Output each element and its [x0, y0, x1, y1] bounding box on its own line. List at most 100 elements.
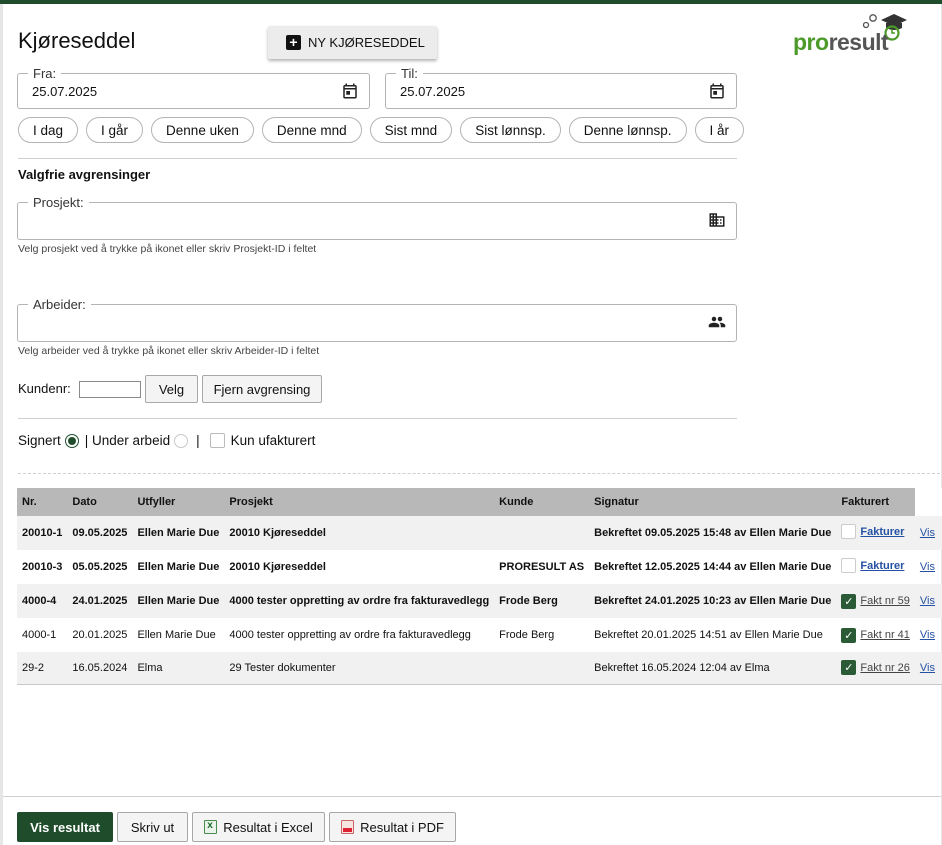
project-hint: Velg prosjekt ved å trykke på ikonet ell…: [18, 243, 317, 255]
cell-customer: [494, 516, 590, 550]
invoice-link[interactable]: Fakturer: [860, 560, 904, 572]
table-row[interactable]: 4000-4 24.01.2025 Ellen Marie Due 4000 t…: [17, 584, 942, 618]
cell-invoiced: ✓ Fakt nr 59: [836, 584, 915, 618]
cell-signature: Bekreftet 24.01.2025 10:23 av Ellen Mari…: [589, 584, 837, 618]
invoice-number-link[interactable]: Fakt nr 59: [860, 595, 910, 607]
cell-filled-by: Elma: [132, 652, 225, 685]
people-icon[interactable]: [708, 313, 726, 331]
col-project: Prosjekt: [224, 488, 495, 516]
chip-this-pay-period[interactable]: Denne lønnsp.: [568, 117, 687, 143]
cell-date: 24.01.2025: [67, 584, 133, 618]
calendar-icon[interactable]: [341, 82, 359, 100]
table-row[interactable]: 20010-3 05.05.2025 Ellen Marie Due 20010…: [17, 550, 942, 584]
results-table: Nr. Dato Utfyller Prosjekt Kunde Signatu…: [17, 488, 942, 685]
show-results-button[interactable]: Vis resultat: [17, 812, 113, 842]
view-link[interactable]: Vis: [920, 595, 935, 607]
cell-signature: Bekreftet 09.05.2025 15:48 av Ellen Mari…: [589, 516, 837, 550]
uninvoiced-checkbox[interactable]: [209, 433, 225, 448]
worker-field[interactable]: Arbeider:: [17, 297, 737, 342]
worker-label: Arbeider:: [28, 297, 91, 312]
print-button[interactable]: Skriv ut: [117, 812, 188, 842]
invoiced-check-icon[interactable]: ✓: [841, 660, 857, 676]
chip-yesterday[interactable]: I går: [86, 117, 144, 143]
cell-date: 16.05.2024: [67, 652, 133, 685]
invoiced-check-icon[interactable]: ✓: [841, 627, 857, 643]
cell-filled-by: Ellen Marie Due: [132, 516, 225, 550]
invoiced-checkbox[interactable]: [841, 558, 857, 573]
table-row[interactable]: 4000-1 20.01.2025 Ellen Marie Due 4000 t…: [17, 618, 942, 652]
cell-date: 20.01.2025: [72, 629, 128, 641]
remove-filter-button[interactable]: Fjern avgrensing: [202, 375, 322, 403]
cell-invoiced: ✓ Fakt nr 41: [836, 618, 915, 652]
to-date-value: 25.07.2025: [400, 84, 466, 99]
cell-nr: 4000-4: [17, 584, 68, 618]
dashed-divider: [18, 473, 940, 474]
cell-signature: Bekreftet 20.01.2025 14:51 av Ellen Mari…: [594, 629, 823, 641]
cell-project: 20010 Kjøreseddel: [229, 561, 326, 573]
invoice-number-link[interactable]: Fakt nr 26: [860, 662, 910, 674]
chip-this-month[interactable]: Denne mnd: [261, 117, 362, 143]
divider: [18, 418, 737, 419]
chip-this-week[interactable]: Denne uken: [151, 117, 254, 143]
customer-number-input[interactable]: [79, 381, 141, 398]
worker-hint: Velg arbeider ved å trykke på ikonet ell…: [18, 345, 320, 357]
view-link[interactable]: Vis: [920, 527, 935, 539]
quick-range-chips: I dag I går Denne uken Denne mnd Sist mn…: [18, 117, 745, 143]
invoice-link[interactable]: Fakturer: [860, 526, 904, 538]
view-link[interactable]: Vis: [920, 629, 935, 641]
col-invoiced: Fakturert: [836, 488, 915, 516]
cell-nr: 4000-1: [22, 629, 57, 641]
project-label: Prosjekt:: [28, 195, 89, 210]
cell-customer: Frode Berg: [494, 584, 590, 618]
separator: |: [196, 433, 200, 448]
chip-today[interactable]: I dag: [18, 117, 79, 143]
in-progress-radio[interactable]: [174, 433, 189, 448]
status-filter: Signert | Under arbeid | Kun ufakturert: [18, 433, 315, 448]
table-row[interactable]: 29-2 16.05.2024 Elma 29 Tester dokumente…: [17, 652, 942, 685]
export-excel-label: Resultat i Excel: [223, 819, 313, 835]
chip-this-year[interactable]: I år: [694, 117, 745, 143]
choose-button[interactable]: Velg: [145, 375, 198, 403]
in-progress-label: | Under arbeid: [84, 433, 171, 448]
col-date: Dato: [67, 488, 133, 516]
logo: proresult: [793, 12, 913, 55]
from-date-value: 25.07.2025: [32, 84, 98, 99]
cell-invoiced: ✓ Fakt nr 26: [836, 652, 915, 685]
col-filled-by: Utfyller: [132, 488, 225, 516]
from-date-field[interactable]: Fra: 25.07.2025: [17, 66, 370, 109]
export-pdf-button[interactable]: Resultat i PDF: [329, 812, 456, 842]
chip-last-pay-period[interactable]: Sist lønnsp.: [460, 117, 561, 143]
cell-project: 4000 tester oppretting av ordre fra fakt…: [229, 629, 471, 641]
cell-customer: [494, 652, 590, 685]
view-link[interactable]: Vis: [920, 561, 935, 573]
divider: [18, 158, 737, 159]
excel-file-icon: [204, 820, 218, 834]
optional-section-title: Valgfrie avgrensinger: [18, 167, 151, 182]
invoiced-check-icon[interactable]: ✓: [841, 593, 857, 609]
cell-nr: 20010-3: [22, 561, 63, 573]
cell-date: 09.05.2025: [67, 516, 133, 550]
table-header-row: Nr. Dato Utfyller Prosjekt Kunde Signatu…: [17, 488, 942, 516]
export-excel-button[interactable]: Resultat i Excel: [192, 812, 325, 842]
signed-label: Signert: [18, 433, 61, 448]
cell-project: 20010 Kjøreseddel: [224, 516, 495, 550]
to-date-field[interactable]: Til: 25.07.2025: [385, 66, 737, 109]
invoice-number-link[interactable]: Fakt nr 41: [860, 629, 910, 641]
building-icon[interactable]: [708, 211, 726, 229]
calendar-icon[interactable]: [708, 82, 726, 100]
invoiced-checkbox[interactable]: [841, 524, 857, 539]
pdf-file-icon: [341, 820, 355, 834]
signed-radio[interactable]: [64, 433, 79, 448]
cell-filled-by: Ellen Marie Due: [132, 584, 225, 618]
cell-filled-by: Ellen Marie Due: [137, 629, 216, 641]
view-link[interactable]: Vis: [920, 662, 935, 674]
to-date-label: Til:: [396, 66, 423, 81]
new-entry-button[interactable]: + NY KJØRESEDDEL: [268, 26, 437, 59]
col-nr: Nr.: [17, 488, 68, 516]
cell-nr: 29-2: [17, 652, 68, 685]
table-row[interactable]: 20010-1 09.05.2025 Ellen Marie Due 20010…: [17, 516, 942, 550]
cell-signature: Bekreftet 12.05.2025 14:44 av Ellen Mari…: [594, 561, 832, 573]
project-field[interactable]: Prosjekt:: [17, 195, 737, 240]
chip-last-month[interactable]: Sist mnd: [369, 117, 453, 143]
uninvoiced-label: Kun ufakturert: [230, 433, 316, 448]
